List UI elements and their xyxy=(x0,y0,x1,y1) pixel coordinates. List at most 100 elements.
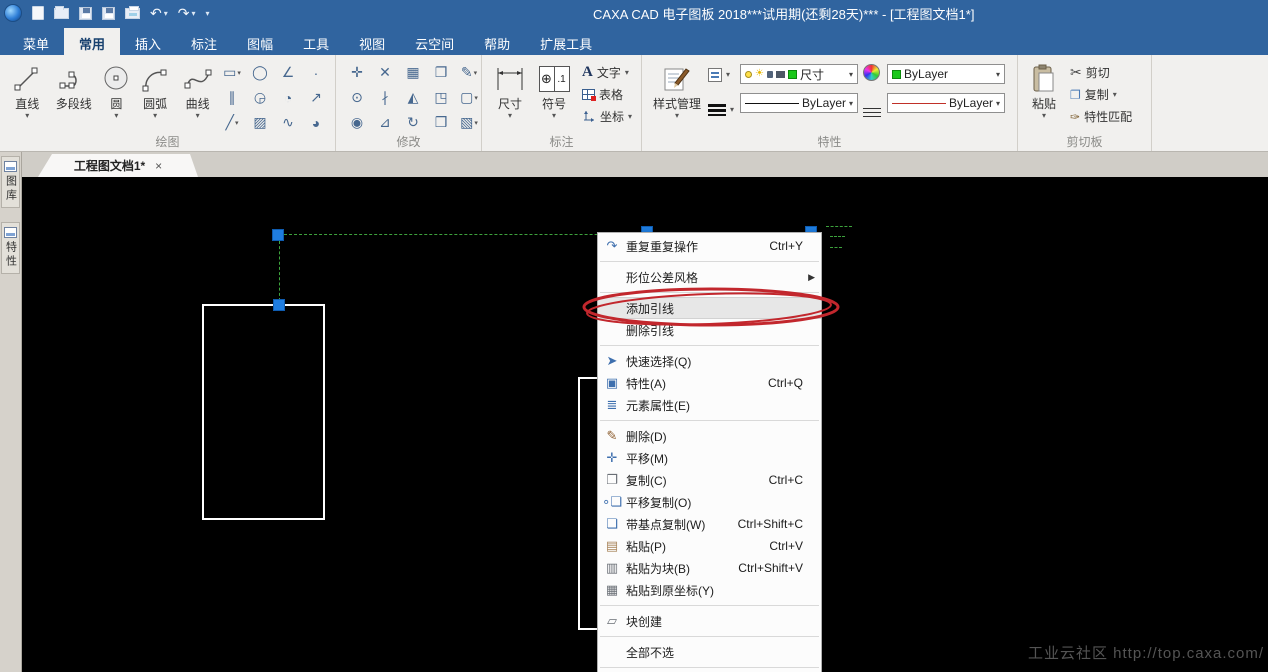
explode-icon[interactable]: ❒ xyxy=(428,110,454,135)
menu-tab-2[interactable]: 插入 xyxy=(120,28,176,55)
hatch-edit-icon[interactable]: ▧▾ xyxy=(456,110,482,135)
context-menu-item-22[interactable]: 全部不选 xyxy=(598,641,821,663)
document-tab[interactable]: 工程图文档1* × xyxy=(38,154,198,177)
spline-dropdown-icon[interactable]: ▾ xyxy=(196,112,200,120)
parallel-line-icon[interactable]: ∥ xyxy=(219,85,245,110)
style-manager-dropdown-icon[interactable]: ▾ xyxy=(675,112,679,120)
layer-select[interactable]: ☀ 尺寸 ▾ xyxy=(740,64,858,84)
context-menu-item-0[interactable]: ↷重复重复操作Ctrl+Y xyxy=(598,235,821,257)
sidebar-tab-library[interactable]: 图库 xyxy=(1,156,20,208)
context-menu-item-4[interactable]: 添加引线 xyxy=(598,297,821,319)
arrow-icon[interactable]: ↗ xyxy=(303,85,329,110)
ellipse-icon[interactable]: ◯ xyxy=(247,60,273,85)
context-menu-item-17[interactable]: ▥粘贴为块(B)Ctrl+Shift+V xyxy=(598,557,821,579)
arc-dropdown-icon[interactable]: ▾ xyxy=(153,112,157,120)
redo-button[interactable]: ↷▾ xyxy=(178,6,196,20)
hatch-edit-icon-dropdown[interactable]: ▾ xyxy=(474,119,478,127)
mirror-icon[interactable]: ◭ xyxy=(400,85,426,110)
formula-curve-icon[interactable]: ◕ xyxy=(303,110,329,135)
context-menu-item-7[interactable]: ➤快速选择(Q) xyxy=(598,350,821,372)
coordinate-button[interactable]: 坐标 ▾ xyxy=(582,106,632,127)
color-select[interactable]: ByLayer ▾ xyxy=(887,64,1005,84)
close-tab-icon[interactable]: × xyxy=(155,159,162,173)
coordinate-dropdown-icon[interactable]: ▾ xyxy=(628,113,632,121)
line-dropdown-icon[interactable]: ▾ xyxy=(25,112,29,120)
pie-icon[interactable]: ◔ xyxy=(275,85,301,110)
frame-icon[interactable]: ▢▾ xyxy=(456,85,482,110)
print-icon[interactable] xyxy=(125,8,140,19)
context-menu-item-14[interactable]: ∘❏平移复制(O) xyxy=(598,491,821,513)
context-menu-item-9[interactable]: ≣元素属性(E) xyxy=(598,394,821,416)
dimline-select[interactable]: ByLayer ▾ xyxy=(887,93,1005,113)
app-logo-icon[interactable] xyxy=(4,4,22,22)
linetype-manager-icon[interactable] xyxy=(863,108,881,120)
undo-button[interactable]: ↶▾ xyxy=(150,6,168,20)
rectangle-icon-dropdown[interactable]: ▾ xyxy=(237,69,241,77)
rectangle-icon[interactable]: ▭▾ xyxy=(219,60,245,85)
centerline-icon[interactable]: ╱▾ xyxy=(219,110,245,135)
menu-tab-5[interactable]: 工具 xyxy=(288,28,344,55)
symbol-dropdown-icon[interactable]: ▾ xyxy=(552,112,556,120)
dimline-select-arrow-icon[interactable]: ▾ xyxy=(996,99,1000,108)
menu-tab-4[interactable]: 图幅 xyxy=(232,28,288,55)
grip-handle[interactable] xyxy=(272,229,284,241)
layer-select-arrow-icon[interactable]: ▾ xyxy=(849,70,853,79)
open-file-icon[interactable] xyxy=(54,8,69,19)
context-menu-item-8[interactable]: ▣特性(A)Ctrl+Q xyxy=(598,372,821,394)
erase-icon-dropdown[interactable]: ▾ xyxy=(474,69,478,77)
arc-button[interactable]: 圆弧 ▾ xyxy=(134,58,177,120)
linetype-select[interactable]: ByLayer ▾ xyxy=(740,93,858,113)
context-menu-item-12[interactable]: ✛平移(M) xyxy=(598,447,821,469)
menu-tab-0[interactable]: 菜单 xyxy=(8,28,64,55)
menu-tab-6[interactable]: 视图 xyxy=(344,28,400,55)
polyline-button[interactable]: 多段线 xyxy=(49,58,99,111)
text-dropdown-icon[interactable]: ▾ xyxy=(625,69,629,77)
menu-tab-1[interactable]: 常用 xyxy=(64,28,120,55)
point-icon[interactable]: · xyxy=(303,60,329,85)
rectangle-entity[interactable] xyxy=(202,304,325,520)
layer-settings-button[interactable]: ▾ xyxy=(708,64,734,85)
save-as-icon[interactable] xyxy=(102,7,115,20)
hatch-icon[interactable]: ▨ xyxy=(247,110,273,135)
style-manager-button[interactable]: 样式管理 ▾ xyxy=(648,58,706,120)
paste-dropdown-icon[interactable]: ▾ xyxy=(1042,112,1046,120)
rotate-icon[interactable]: ↻ xyxy=(400,110,426,135)
context-menu-item-13[interactable]: ❐复制(C)Ctrl+C xyxy=(598,469,821,491)
context-menu-item-15[interactable]: ❏带基点复制(W)Ctrl+Shift+C xyxy=(598,513,821,535)
offset-icon[interactable]: ◉ xyxy=(344,110,370,135)
new-file-icon[interactable] xyxy=(32,6,44,20)
context-menu-item-2[interactable]: 形位公差风格▶ xyxy=(598,266,821,288)
stretch-icon[interactable]: ◳ xyxy=(428,85,454,110)
undo-dropdown-icon[interactable]: ▾ xyxy=(164,9,168,18)
color-select-arrow-icon[interactable]: ▾ xyxy=(996,70,1000,79)
axis-icon[interactable]: ∠ xyxy=(275,60,301,85)
centerline-icon-dropdown[interactable]: ▾ xyxy=(235,119,239,127)
dimension-dropdown-icon[interactable]: ▾ xyxy=(508,112,512,120)
array-icon[interactable]: ▦ xyxy=(400,60,426,85)
context-menu-item-11[interactable]: ✎删除(D) xyxy=(598,425,821,447)
context-menu-item-18[interactable]: ▦粘贴到原坐标(Y) xyxy=(598,579,821,601)
cut-button[interactable]: ✂ 剪切 xyxy=(1070,62,1132,83)
menu-tab-3[interactable]: 标注 xyxy=(176,28,232,55)
extend-icon[interactable]: ∤ xyxy=(372,85,398,110)
copy-button[interactable]: ❐ 复制 ▾ xyxy=(1070,84,1132,105)
circle-button[interactable]: 圆 ▾ xyxy=(99,58,134,120)
circle-dropdown-icon[interactable]: ▾ xyxy=(114,112,118,120)
symbol-button[interactable]: ⊕.1 符号 ▾ xyxy=(532,58,576,120)
lineweight-button[interactable]: ▾ xyxy=(708,99,734,120)
menu-tab-8[interactable]: 帮助 xyxy=(469,28,525,55)
trim-icon[interactable]: ✕ xyxy=(372,60,398,85)
save-icon[interactable] xyxy=(79,7,92,20)
layer-dropdown-icon[interactable]: ▾ xyxy=(726,71,730,79)
polygon-icon[interactable]: ◶ xyxy=(247,85,273,110)
wave-line-icon[interactable]: ∿ xyxy=(275,110,301,135)
copy-dropdown-icon[interactable]: ▾ xyxy=(1113,91,1117,99)
context-menu-item-20[interactable]: ▱块创建 xyxy=(598,610,821,632)
scale-icon[interactable]: ⊙ xyxy=(344,85,370,110)
grip-handle[interactable] xyxy=(273,299,285,311)
move-icon[interactable]: ✛ xyxy=(344,60,370,85)
menu-tab-7[interactable]: 云空间 xyxy=(400,28,469,55)
text-button[interactable]: A 文字 ▾ xyxy=(582,62,632,83)
spline-button[interactable]: 曲线 ▾ xyxy=(176,58,219,120)
color-picker-icon[interactable] xyxy=(863,64,880,81)
